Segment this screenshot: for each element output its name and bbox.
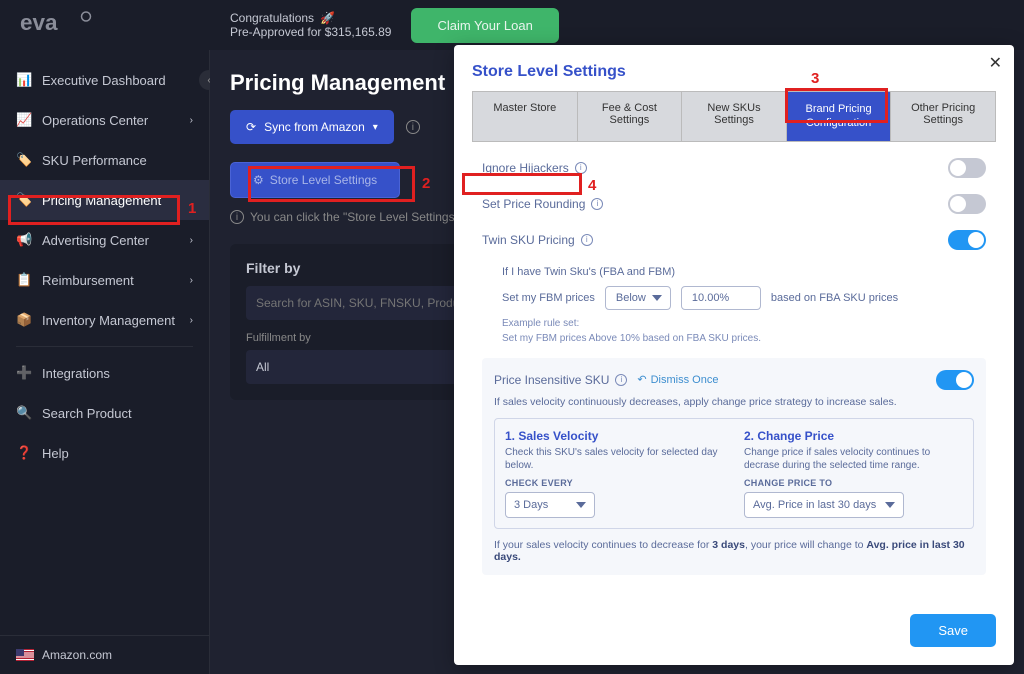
modal-title: Store Level Settings (472, 63, 996, 81)
info-icon[interactable]: i (575, 162, 587, 174)
chevron-down-icon: ▾ (373, 122, 378, 133)
nav-label: Executive Dashboard (42, 73, 166, 88)
dismiss-once-button[interactable]: ↶Dismiss Once (637, 373, 718, 386)
price-tag-icon: 🏷️ (16, 192, 32, 208)
modal-tabs: Master Store Fee & Cost Settings New SKU… (472, 91, 996, 142)
change-price-to-select[interactable]: Avg. Price in last 30 days (744, 492, 904, 518)
example-label: Example rule set: (502, 318, 986, 329)
price-insensitive-summary: If your sales velocity continues to decr… (494, 539, 974, 563)
info-icon: i (230, 210, 244, 224)
save-button[interactable]: Save (910, 614, 996, 647)
tag-icon: 🏷️ (16, 152, 32, 168)
change-price-desc: Change price if sales velocity continues… (744, 446, 963, 472)
ignore-hijackers-toggle[interactable] (948, 158, 986, 178)
nav-reimbursement[interactable]: 📋 Reimbursement › (0, 260, 209, 300)
logo: eva (20, 9, 90, 42)
fbm-percent-input[interactable] (681, 286, 761, 310)
marketplace-selector[interactable]: Amazon.com (0, 635, 210, 674)
clipboard-icon: 📋 (16, 272, 32, 288)
nav-sku-performance[interactable]: 🏷️ SKU Performance (0, 140, 209, 180)
search-icon: 🔍 (16, 405, 32, 421)
nav-label: Inventory Management (42, 313, 175, 328)
sidebar: ‹ 📊Executive Dashboard 📈Operations Cente… (0, 50, 210, 674)
rocket-icon: 🚀 (320, 11, 335, 25)
nav-integrations[interactable]: ➕ Integrations (0, 353, 209, 393)
congrats-block: Congratulations🚀 Pre-Approved for $315,1… (230, 11, 391, 39)
button-label: Store Level Settings (270, 173, 377, 187)
price-insensitive-label: Price Insensitive SKUi (494, 373, 627, 387)
tab-fee-cost[interactable]: Fee & Cost Settings (578, 92, 683, 141)
change-price-to-label: CHANGE PRICE TO (744, 478, 963, 488)
ignore-hijackers-label: Ignore Hijackersi (482, 161, 587, 175)
set-price-rounding-label: Set Price Roundingi (482, 197, 603, 211)
tab-master-store[interactable]: Master Store (473, 92, 578, 141)
nav-search-product[interactable]: 🔍 Search Product (0, 393, 209, 433)
store-level-settings-modal: ✕ Store Level Settings Master Store Fee … (454, 45, 1014, 665)
set-price-rounding-toggle[interactable] (948, 194, 986, 214)
info-icon[interactable]: i (581, 234, 593, 246)
set-fbm-label: Set my FBM prices (502, 292, 595, 304)
nav-label: Operations Center (42, 113, 148, 128)
preapproved-text: Pre-Approved for $315,165.89 (230, 25, 391, 39)
store-level-settings-button[interactable]: ⚙ Store Level Settings (230, 162, 400, 198)
tab-new-skus[interactable]: New SKUs Settings (682, 92, 787, 141)
nav-label: Advertising Center (42, 233, 149, 248)
annotation-num-3: 3 (811, 70, 819, 87)
chevron-right-icon: › (190, 275, 193, 286)
sales-velocity-title: 1. Sales Velocity (505, 429, 724, 443)
nav-label: SKU Performance (42, 153, 147, 168)
bar-chart-icon: 📊 (16, 72, 32, 88)
nav-advertising-center[interactable]: 📢 Advertising Center › (0, 220, 209, 260)
fbm-direction-select[interactable]: Below (605, 286, 671, 310)
tab-other-pricing[interactable]: Other Pricing Settings (891, 92, 995, 141)
tab-brand-pricing[interactable]: Brand Pricing Configuration (787, 92, 892, 141)
close-icon[interactable]: ✕ (989, 53, 1002, 73)
chevron-right-icon: › (190, 235, 193, 246)
sales-velocity-desc: Check this SKU's sales velocity for sele… (505, 446, 724, 472)
price-insensitive-toggle[interactable] (936, 370, 974, 390)
twin-heading: If I have Twin Sku's (FBA and FBM) (502, 266, 986, 278)
nav-help[interactable]: ❓ Help (0, 433, 209, 473)
example-text: Set my FBM prices Above 10% based on FBA… (502, 333, 986, 344)
nav-label: Integrations (42, 366, 110, 381)
price-insensitive-note: If sales velocity continuously decreases… (494, 396, 974, 408)
annotation-num-2: 2 (422, 175, 430, 192)
twin-sku-toggle[interactable] (948, 230, 986, 250)
annotation-num-1: 1 (188, 200, 196, 217)
info-icon[interactable]: i (615, 374, 627, 386)
nav-inventory-management[interactable]: 📦 Inventory Management › (0, 300, 209, 340)
marketplace-label: Amazon.com (42, 648, 112, 662)
trend-icon: 📈 (16, 112, 32, 128)
refresh-icon: ⟳ (246, 120, 256, 134)
nav-label: Search Product (42, 406, 132, 421)
megaphone-icon: 📢 (16, 232, 32, 248)
claim-loan-button[interactable]: Claim Your Loan (411, 8, 558, 43)
info-icon[interactable]: i (406, 120, 420, 134)
nav-label: Pricing Management (42, 193, 161, 208)
check-every-select[interactable]: 3 Days (505, 492, 595, 518)
nav-pricing-management[interactable]: 🏷️ Pricing Management (0, 180, 209, 220)
twin-sku-label: Twin SKU Pricingi (482, 233, 593, 247)
check-every-label: CHECK EVERY (505, 478, 724, 488)
nav-operations-center[interactable]: 📈 Operations Center › (0, 100, 209, 140)
gear-icon: ⚙ (253, 173, 264, 187)
svg-text:eva: eva (20, 10, 58, 35)
annotation-num-4: 4 (588, 177, 596, 194)
divider (16, 346, 193, 347)
nav-label: Help (42, 446, 69, 461)
chevron-right-icon: › (190, 315, 193, 326)
sync-from-amazon-button[interactable]: ⟳ Sync from Amazon ▾ (230, 110, 394, 144)
chevron-right-icon: › (190, 115, 193, 126)
nav-label: Reimbursement (42, 273, 134, 288)
based-on-label: based on FBA SKU prices (771, 292, 898, 304)
button-label: Sync from Amazon (264, 120, 365, 134)
nav-executive-dashboard[interactable]: 📊 Executive Dashboard (0, 60, 209, 100)
plus-icon: ➕ (16, 365, 32, 381)
help-icon: ❓ (16, 445, 32, 461)
us-flag-icon (16, 649, 34, 661)
undo-icon: ↶ (637, 373, 646, 386)
info-icon[interactable]: i (591, 198, 603, 210)
change-price-title: 2. Change Price (744, 429, 963, 443)
box-icon: 📦 (16, 312, 32, 328)
